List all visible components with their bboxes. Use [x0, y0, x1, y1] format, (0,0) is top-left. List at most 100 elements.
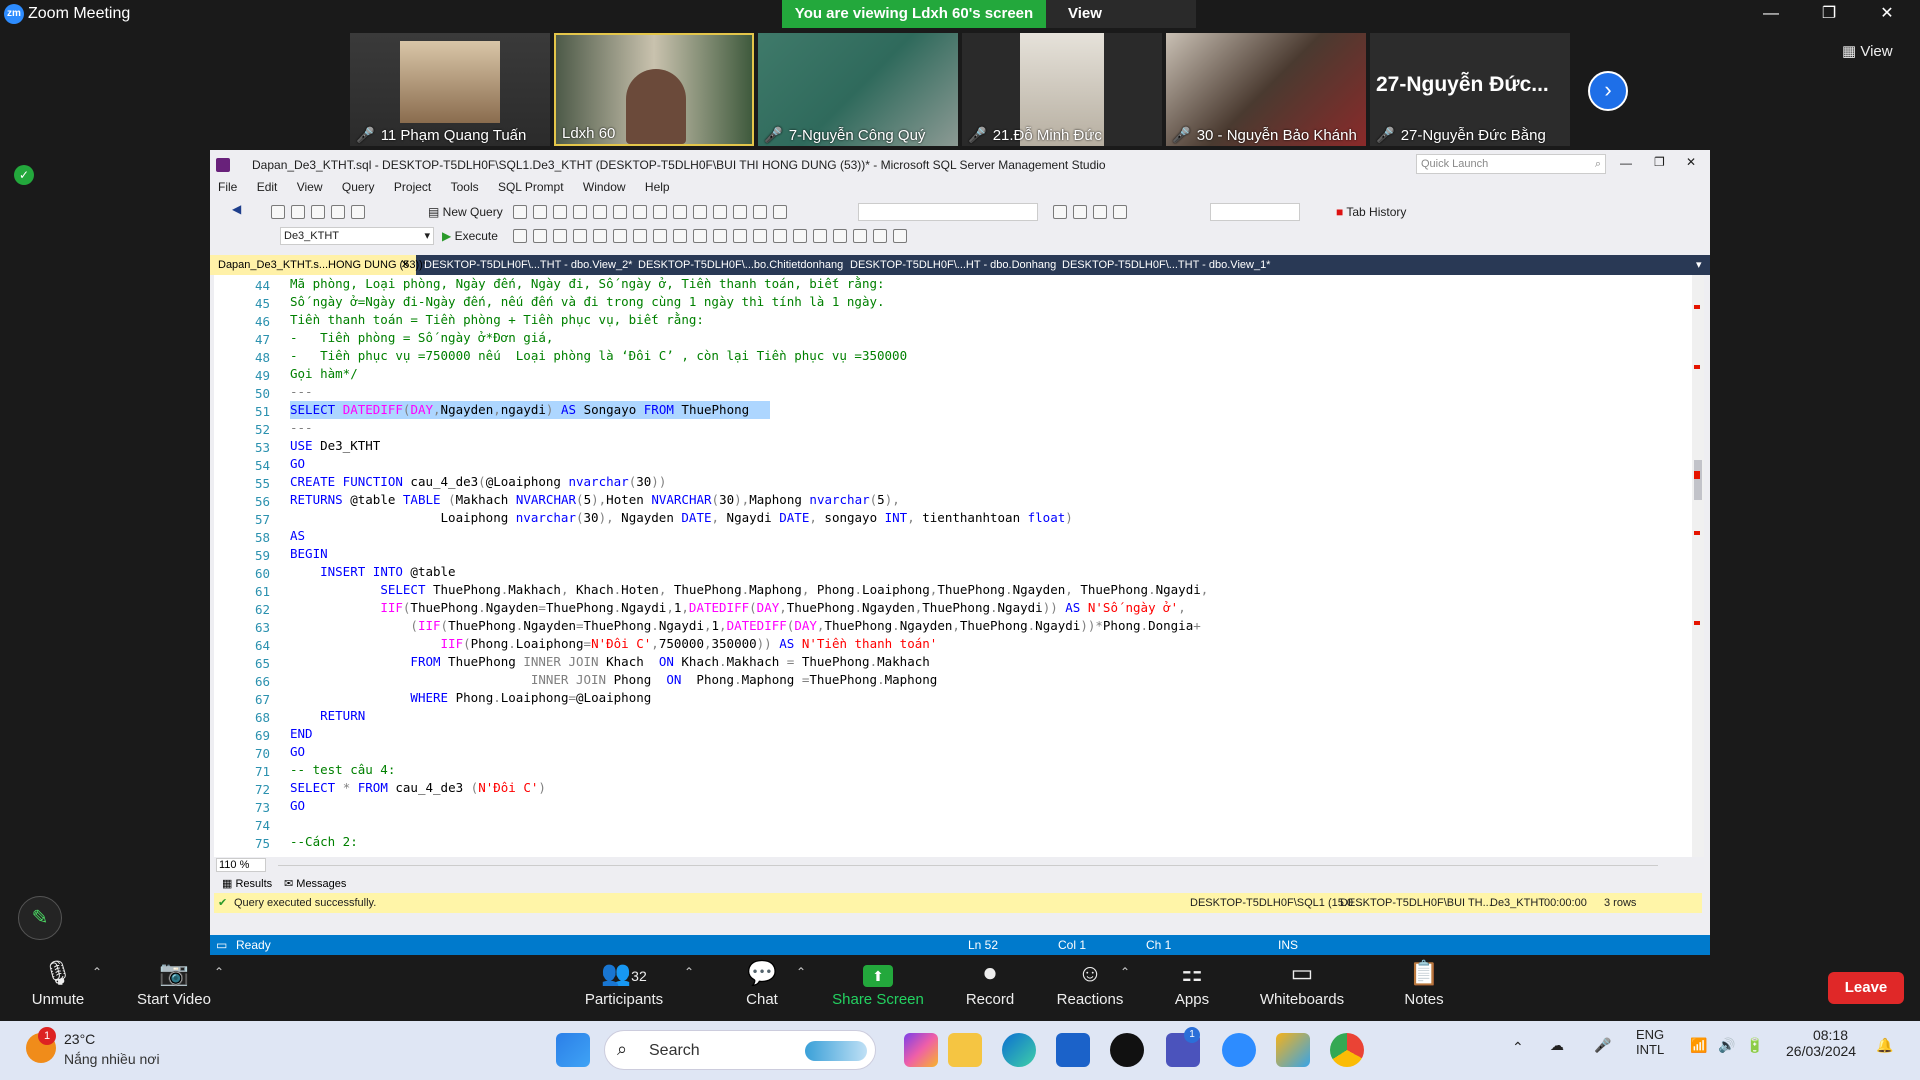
minimize-icon[interactable]: — — [1748, 0, 1794, 30]
platform-dropdown[interactable] — [1210, 203, 1300, 221]
chrome-icon[interactable] — [1330, 1033, 1364, 1067]
database-dropdown[interactable]: De3_KTHT ▾ — [280, 227, 434, 245]
code-line: Tiền thanh toán = Tiền phòng + Tiền phục… — [290, 312, 704, 327]
participant-tile-active-speaker[interactable]: Ldxh 60 — [554, 33, 754, 146]
record-label: Record — [965, 991, 1015, 1008]
reactions-button[interactable]: ☺ Reactions — [1040, 955, 1140, 1008]
back-icon[interactable]: ◀ — [232, 202, 241, 216]
chat-button[interactable]: 💬 Chat — [712, 955, 812, 1008]
view-button[interactable]: ▦ View — [1842, 42, 1893, 60]
tab-view1[interactable]: DESKTOP-T5DLH0F\...THT - dbo.View_1* — [1062, 255, 1270, 275]
execute-button[interactable]: ▶ Execute — [442, 229, 498, 243]
share-screen-button[interactable]: ⬆ Share Screen — [828, 955, 928, 1008]
horizontal-scrollbar[interactable] — [278, 865, 1658, 866]
participant-tile[interactable]: 🎤 21.Đỗ Minh Đức — [962, 33, 1162, 146]
code-line: - Tiền phòng = Số ngày ở*Đơn giá, — [290, 330, 554, 345]
restore-icon[interactable]: ❐ — [1654, 155, 1665, 169]
sql-editor[interactable]: 44 45 46 47 48 49 50 51 52 53 54 55 56 57 58 59 60 61 62 63… — [214, 275, 1704, 857]
share-screen-label: Share Screen — [832, 991, 924, 1008]
menu-query[interactable]: Query — [342, 180, 375, 194]
minimize-icon[interactable]: — — [1620, 156, 1632, 170]
record-button[interactable]: ⏺ Record — [940, 955, 1040, 1008]
battery-icon[interactable]: 🔋 — [1746, 1037, 1763, 1054]
menu-file[interactable]: File — [218, 180, 237, 194]
notifications-icon[interactable]: 🔔 — [1876, 1037, 1893, 1054]
tab-dapan-de3[interactable]: Dapan_De3_KTHT.s...HONG DUNG (53))* ✕ — [210, 255, 427, 275]
onedrive-icon[interactable]: ☁ — [1550, 1037, 1564, 1054]
leave-button[interactable]: Leave — [1828, 972, 1904, 1004]
windows-taskbar: 1 23°C Nắng nhiều nơi 1 ⌃ ☁ 🎤 ENG INTL 📶 … — [0, 1021, 1920, 1080]
whiteboards-label: Whiteboards — [1259, 991, 1345, 1008]
chevron-up-icon[interactable]: ⌃ — [214, 965, 224, 979]
chevron-up-icon[interactable]: ⌃ — [1512, 1039, 1524, 1056]
tab-list-dropdown-icon[interactable]: ▾ — [1696, 255, 1702, 275]
toolbar-icons[interactable] — [268, 200, 368, 219]
menu-project[interactable]: Project — [394, 180, 431, 194]
participant-tile[interactable]: 27-Nguyễn Đức... 🎤 27-Nguyễn Đức Bằng — [1370, 33, 1570, 146]
tab-history-button[interactable]: ■ Tab History — [1336, 205, 1406, 219]
file-explorer-icon[interactable] — [948, 1033, 982, 1067]
toolbar-icons-2[interactable] — [510, 200, 790, 219]
editor-vertical-scrollbar[interactable] — [1692, 275, 1704, 857]
clock-time: 08:18 — [1812, 1027, 1848, 1043]
language-indicator[interactable]: ENG INTL — [1636, 1027, 1664, 1057]
chevron-up-icon[interactable]: ⌃ — [92, 965, 102, 979]
clock[interactable]: 08:18 26/03/2024 — [1786, 1027, 1856, 1059]
new-query-button[interactable]: ▤ New Query — [428, 205, 503, 219]
notes-button[interactable]: 📋 Notes — [1374, 955, 1474, 1008]
toolbar-icons-3[interactable] — [1050, 200, 1130, 219]
apps-button[interactable]: ⚏ Apps — [1142, 955, 1242, 1008]
chevron-up-icon[interactable]: ⌃ — [1120, 965, 1130, 979]
participant-tile[interactable]: 🎤 7-Nguyễn Công Quý — [758, 33, 958, 146]
wifi-icon[interactable]: 📶 — [1690, 1037, 1707, 1054]
next-participants-icon[interactable]: › — [1588, 71, 1628, 111]
chevron-up-icon[interactable]: ⌃ — [796, 965, 806, 979]
copilot-icon[interactable] — [904, 1033, 938, 1067]
close-icon[interactable]: ✕ — [1686, 155, 1696, 169]
scrollbar-thumb[interactable] — [1694, 460, 1702, 500]
participants-button[interactable]: 👥32 Participants — [574, 955, 674, 1008]
menu-view[interactable]: View — [297, 180, 323, 194]
menu-tools[interactable]: Tools — [451, 180, 479, 194]
edge-icon[interactable] — [1002, 1033, 1036, 1067]
whiteboards-button[interactable]: ▭ Whiteboards — [1252, 955, 1352, 1008]
unmute-button[interactable]: 🎙 Unmute — [8, 955, 108, 1008]
menu-window[interactable]: Window — [583, 180, 626, 194]
zoom-level-dropdown[interactable]: 110 % — [216, 858, 266, 872]
annotate-pen-icon[interactable]: ✎ — [18, 896, 62, 940]
dell-icon[interactable] — [1110, 1033, 1144, 1067]
menu-edit[interactable]: Edit — [257, 180, 278, 194]
code-line: INSERT INTO @table — [320, 564, 456, 579]
messages-tab[interactable]: ✉ Messages — [284, 877, 346, 890]
windows-start-icon[interactable] — [556, 1033, 590, 1067]
results-tabs: ▦ Results ✉ Messages — [214, 873, 1702, 893]
chevron-up-icon[interactable]: ⌃ — [684, 965, 694, 979]
tab-chitietdonhang[interactable]: DESKTOP-T5DLH0F\...bo.Chitietdonhang — [638, 255, 843, 275]
start-video-button[interactable]: 📷 Start Video — [124, 955, 224, 1008]
close-icon[interactable]: ✕ — [1864, 0, 1910, 30]
microphone-icon[interactable]: 🎤 — [1594, 1037, 1611, 1054]
line-number-gutter: 44 45 46 47 48 49 50 51 52 53 54 55 56 57 58 59 60 61 62 63… — [214, 275, 274, 857]
menu-help[interactable]: Help — [645, 180, 670, 194]
participant-tile[interactable]: 🎤 11 Phạm Quang Tuấn — [350, 33, 550, 146]
view-options-button[interactable]: View Options⌄ — [1046, 0, 1196, 50]
status-char: Ch 1 — [1146, 938, 1172, 952]
volume-icon[interactable]: 🔊 — [1718, 1037, 1735, 1054]
tab-donhang[interactable]: DESKTOP-T5DLH0F\...HT - dbo.Donhang — [850, 255, 1056, 275]
solution-config-dropdown[interactable] — [858, 203, 1038, 221]
participant-tile[interactable]: 🎤 30 - Nguyễn Bảo Khánh — [1166, 33, 1366, 146]
zoom-app-icon[interactable] — [1222, 1033, 1256, 1067]
snipping-tool-icon[interactable] — [1276, 1033, 1310, 1067]
view-label: View — [1860, 43, 1893, 60]
tab-view2[interactable]: DESKTOP-T5DLH0F\...THT - dbo.View_2* — [424, 255, 632, 275]
store-icon[interactable] — [1056, 1033, 1090, 1067]
close-icon[interactable]: ✕ — [401, 255, 410, 275]
security-shield-icon[interactable]: ✓ — [14, 165, 34, 185]
toolbar-icons-4[interactable] — [510, 224, 910, 243]
quick-launch-input[interactable]: Quick Launch ⌕ — [1416, 154, 1606, 174]
restore-icon[interactable]: ❐ — [1806, 0, 1852, 30]
menu-sql-prompt[interactable]: SQL Prompt — [498, 180, 564, 194]
results-tab[interactable]: ▦ Results — [222, 877, 272, 890]
taskbar-search[interactable]: ⌕ Search — [604, 1030, 876, 1070]
code-area[interactable]: Mã phòng, Loại phòng, Ngày đến, Ngày đi,… — [290, 275, 1680, 857]
